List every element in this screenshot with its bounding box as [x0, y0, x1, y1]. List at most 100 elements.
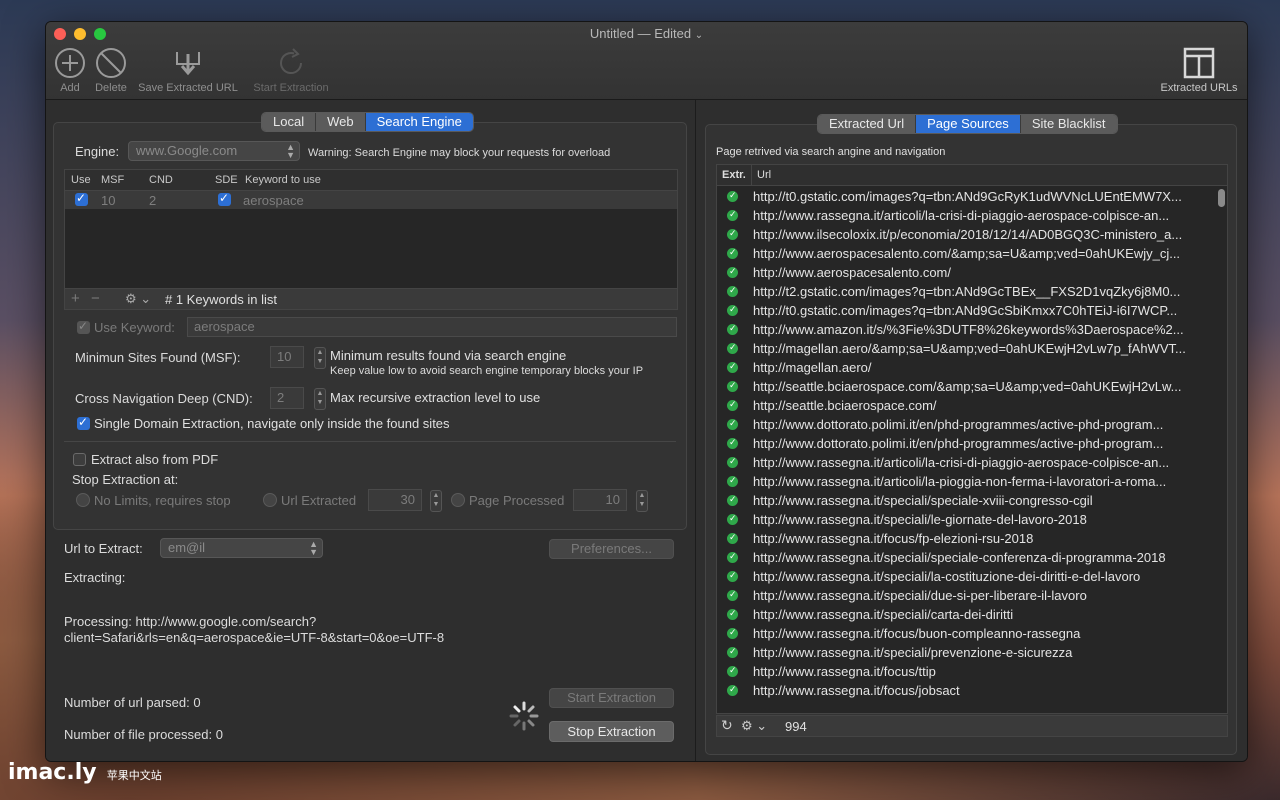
- cnd-stepper[interactable]: ▲ ▼: [314, 388, 326, 410]
- refresh-icon[interactable]: ↻: [721, 717, 733, 734]
- gear-icon[interactable]: ⚙ ⌄: [125, 291, 151, 307]
- pdf-checkbox[interactable]: [73, 453, 86, 466]
- page-processed-field[interactable]: 10: [573, 489, 627, 511]
- start-extraction-button[interactable]: Start Extraction: [549, 688, 674, 708]
- table-row[interactable]: http://www.rassegna.it/focus/buon-comple…: [717, 624, 1227, 643]
- url-extracted-label: Url Extracted: [281, 493, 357, 508]
- table-row[interactable]: http://seattle.bciaerospace.com/&amp;sa=…: [717, 377, 1227, 396]
- table-row[interactable]: http://www.rassegna.it/speciali/due-si-p…: [717, 586, 1227, 605]
- scrollbar-thumb[interactable]: [1218, 189, 1225, 207]
- url-extracted-stepper[interactable]: ▲ ▼: [430, 490, 442, 512]
- check-circle-icon: [727, 415, 738, 433]
- table-row[interactable]: http://www.rassegna.it/focus/ttip: [717, 662, 1227, 681]
- keywords-count: # 1 Keywords in list: [165, 292, 277, 307]
- save-extracted-url-button[interactable]: Save Extracted URL: [134, 46, 242, 94]
- table-row[interactable]: http://www.rassegna.it/speciali/speciale…: [717, 548, 1227, 567]
- page-processed-radio[interactable]: [451, 493, 465, 507]
- watermark: imac.ly 苹果中文站: [8, 760, 162, 785]
- table-row[interactable]: http://www.rassegna.it/speciali/la-costi…: [717, 567, 1227, 586]
- start-label: Start Extraction: [253, 82, 329, 94]
- delete-button[interactable]: Delete: [92, 46, 130, 94]
- col-url[interactable]: Url: [757, 169, 771, 181]
- cnd-field[interactable]: 2: [270, 387, 304, 409]
- gear-icon[interactable]: ⚙ ⌄: [741, 718, 767, 734]
- use-keyword-field[interactable]: aerospace: [187, 317, 677, 337]
- url-extracted-radio[interactable]: [263, 493, 277, 507]
- row-cnd: 2: [149, 193, 157, 208]
- table-row[interactable]: http://magellan.aero/: [717, 358, 1227, 377]
- extracted-urls-button[interactable]: Extracted URLs: [1156, 46, 1242, 94]
- single-domain-checkbox[interactable]: [77, 415, 90, 430]
- table-row[interactable]: http://t2.gstatic.com/images?q=tbn:ANd9G…: [717, 282, 1227, 301]
- check-circle-icon: [727, 301, 738, 319]
- table-row[interactable]: http://magellan.aero/&amp;sa=U&amp;ved=0…: [717, 339, 1227, 358]
- engine-label: Engine:: [75, 144, 120, 159]
- start-extraction-toolbar-button[interactable]: Start Extraction: [246, 46, 336, 94]
- extracting-label: Extracting:: [64, 570, 126, 585]
- stop-extraction-button[interactable]: Stop Extraction: [549, 721, 674, 742]
- plus-circle-icon: [55, 48, 85, 78]
- table-row[interactable]: http://www.rassegna.it/speciali/speciale…: [717, 491, 1227, 510]
- table-row[interactable]: http://www.rassegna.it/speciali/carta-de…: [717, 605, 1227, 624]
- url-text: http://www.ilsecoloxix.it/p/economia/201…: [753, 227, 1183, 242]
- tab-search-engine[interactable]: Search Engine: [365, 113, 473, 131]
- add-button[interactable]: Add: [52, 46, 88, 94]
- col-extr[interactable]: Extr.: [722, 169, 746, 181]
- table-row[interactable]: http://www.amazon.it/s/%3Fie%3DUTF8%26ke…: [717, 320, 1227, 339]
- preferences-button[interactable]: Preferences...: [549, 539, 674, 559]
- check-circle-icon: [727, 510, 738, 528]
- check-circle-icon: [727, 263, 738, 281]
- use-keyword-checkbox[interactable]: [77, 319, 90, 334]
- table-row[interactable]: http://www.rassegna.it/articoli/la-piogg…: [717, 472, 1227, 491]
- col-cnd[interactable]: CND: [149, 174, 173, 186]
- engine-warning: Warning: Search Engine may block your re…: [308, 147, 611, 159]
- tab-page-sources[interactable]: Page Sources: [916, 115, 1021, 133]
- url-count: 994: [785, 719, 807, 734]
- table-row[interactable]: http://www.rassegna.it/focus/fp-elezioni…: [717, 529, 1227, 548]
- check-circle-icon: [727, 529, 738, 547]
- url-extracted-field[interactable]: 30: [368, 489, 422, 511]
- col-keyword[interactable]: Keyword to use: [245, 174, 321, 186]
- table-row[interactable]: http://www.rassegna.it/articoli/la-crisi…: [717, 453, 1227, 472]
- table-row[interactable]: http://www.rassegna.it/speciali/le-giorn…: [717, 510, 1227, 529]
- tab-site-blacklist[interactable]: Site Blacklist: [1020, 115, 1117, 133]
- table-row[interactable]: http://t0.gstatic.com/images?q=tbn:ANd9G…: [717, 301, 1227, 320]
- url-table-header: Extr. Url: [717, 165, 1227, 186]
- url-text: http://magellan.aero/&amp;sa=U&amp;ved=0…: [753, 341, 1186, 356]
- table-row[interactable]: http://www.aerospacesalento.com/&amp;sa=…: [717, 244, 1227, 263]
- url-text: http://www.amazon.it/s/%3Fie%3DUTF8%26ke…: [753, 322, 1184, 337]
- table-row[interactable]: http://www.rassegna.it/articoli/la-crisi…: [717, 206, 1227, 225]
- engine-popup[interactable]: www.Google.com ▲ ▼: [128, 141, 300, 161]
- use-checkbox[interactable]: [75, 191, 88, 206]
- no-limits-radio[interactable]: [76, 493, 90, 507]
- tab-web[interactable]: Web: [316, 113, 366, 131]
- table-row[interactable]: http://www.dottorato.polimi.it/en/phd-pr…: [717, 415, 1227, 434]
- url-to-extract-popup[interactable]: em@il ▲ ▼: [160, 538, 323, 558]
- table-row[interactable]: http://www.ilsecoloxix.it/p/economia/201…: [717, 225, 1227, 244]
- table-row[interactable]: http://seattle.bciaerospace.com/: [717, 396, 1227, 415]
- sde-checkbox[interactable]: [218, 191, 231, 206]
- url-to-extract-label: Url to Extract:: [64, 541, 143, 556]
- table-row[interactable]: http://t0.gstatic.com/images?q=tbn:ANd9G…: [717, 187, 1227, 206]
- check-circle-icon: [727, 434, 738, 452]
- row-keyword: aerospace: [243, 193, 304, 208]
- add-keyword-icon[interactable]: +: [71, 290, 80, 307]
- table-row[interactable]: http://www.dottorato.polimi.it/en/phd-pr…: [717, 434, 1227, 453]
- divider: [64, 441, 676, 442]
- msf-stepper[interactable]: ▲ ▼: [314, 347, 326, 369]
- table-row[interactable]: http://www.rassegna.it/speciali/prevenzi…: [717, 643, 1227, 662]
- table-row[interactable]: 10 2 aerospace: [65, 191, 677, 209]
- spinner-icon: [509, 701, 539, 731]
- tab-extracted-url[interactable]: Extracted Url: [818, 115, 917, 133]
- col-use[interactable]: Use: [71, 174, 91, 186]
- table-row[interactable]: http://www.aerospacesalento.com/: [717, 263, 1227, 282]
- remove-keyword-icon[interactable]: −: [91, 290, 100, 307]
- page-sources-panel: Page retrived via search angine and navi…: [705, 124, 1237, 755]
- tab-local[interactable]: Local: [262, 113, 317, 131]
- msf-field[interactable]: 10: [270, 346, 304, 368]
- col-sde[interactable]: SDE: [215, 174, 238, 186]
- columns-layout-icon: [1183, 47, 1215, 79]
- table-row[interactable]: http://www.rassegna.it/focus/jobsact: [717, 681, 1227, 700]
- col-msf[interactable]: MSF: [101, 174, 124, 186]
- page-processed-stepper[interactable]: ▲ ▼: [636, 490, 648, 512]
